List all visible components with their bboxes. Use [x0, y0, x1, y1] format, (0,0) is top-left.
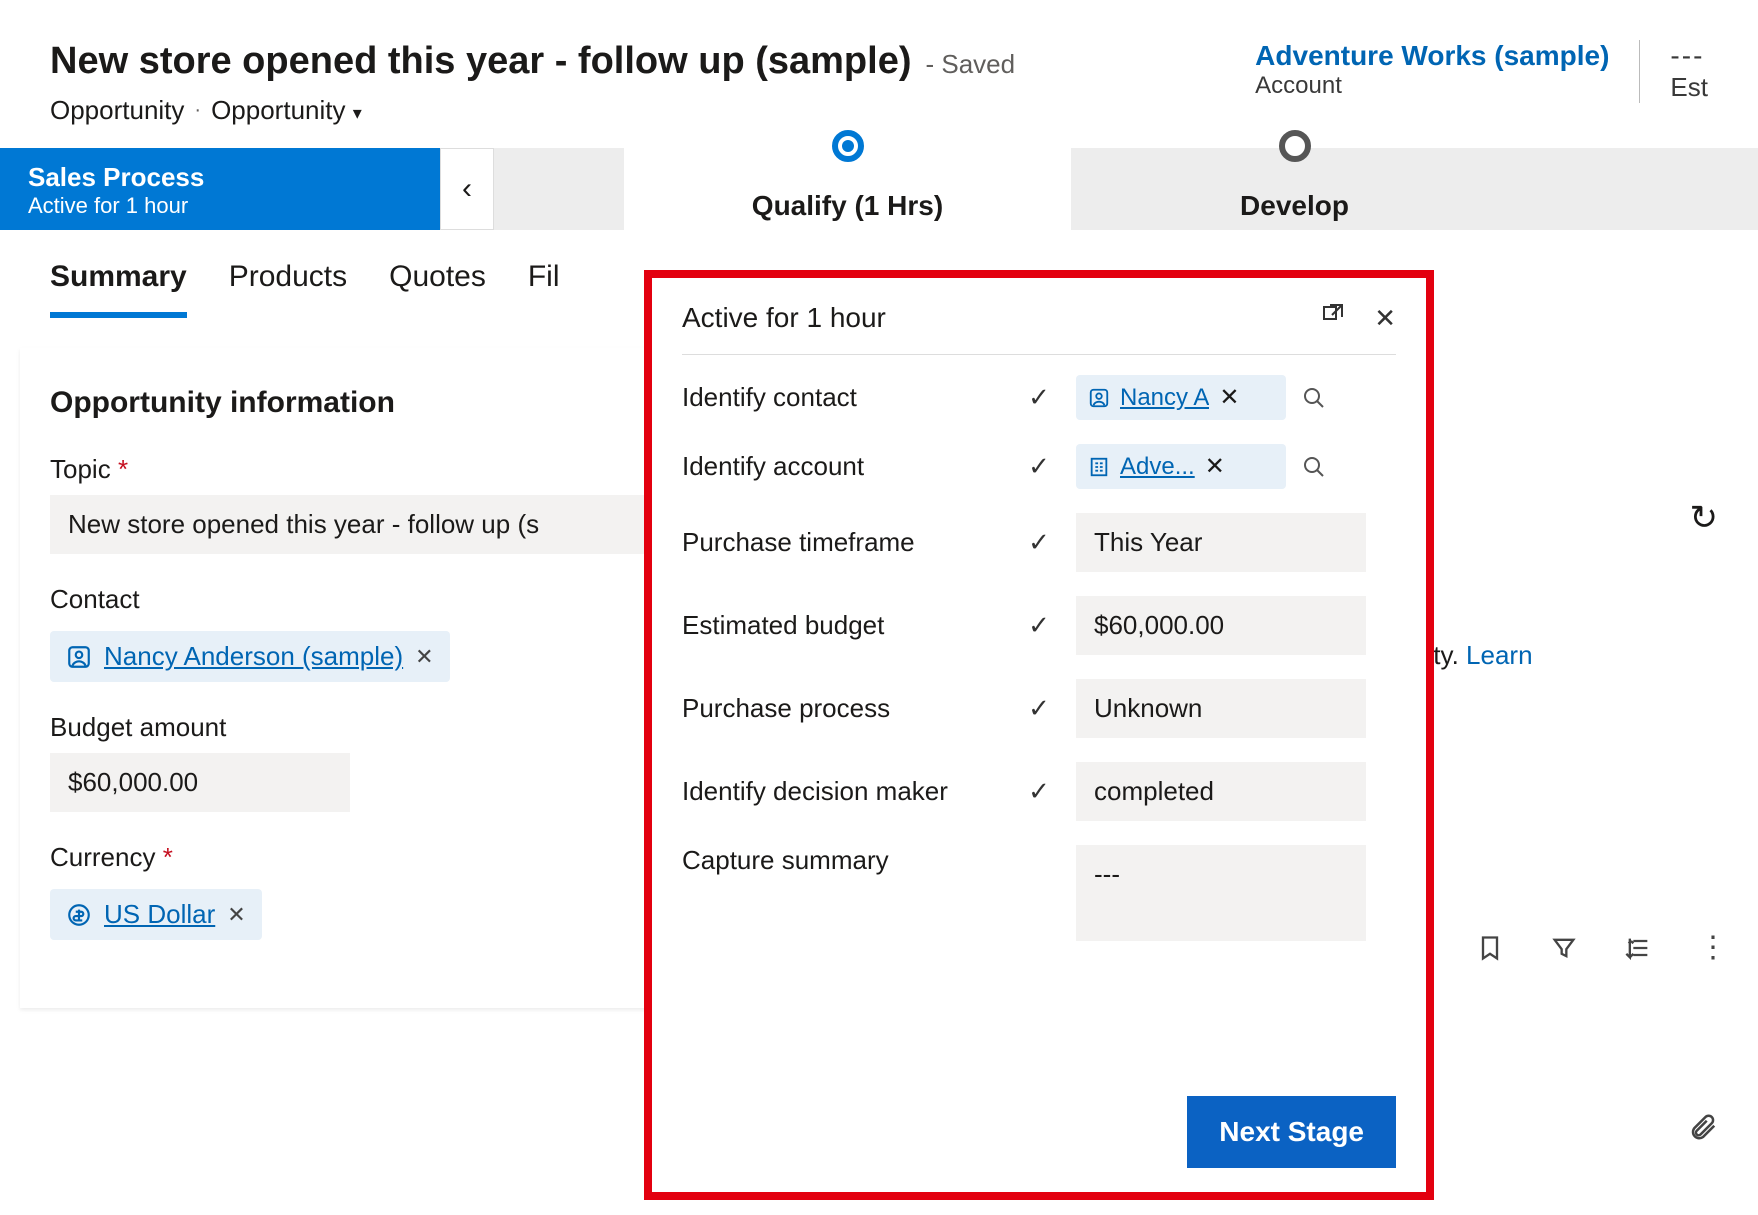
- stage-flyout: Active for 1 hour ✕ Identify contact ✓ N…: [644, 270, 1434, 1200]
- contact-icon: [1088, 387, 1110, 409]
- stage-qualify[interactable]: Qualify (1 Hrs): [624, 148, 1071, 230]
- estimated-budget-label: Estimated budget: [682, 610, 1002, 641]
- remove-contact-button[interactable]: ✕: [1219, 383, 1239, 412]
- business-process-flow: Sales Process Active for 1 hour ‹ Qualif…: [0, 148, 1758, 230]
- bpf-collapse-button[interactable]: ‹: [440, 148, 494, 230]
- check-icon: ✓: [1022, 776, 1056, 807]
- sort-icon[interactable]: [1624, 934, 1652, 962]
- next-stage-button[interactable]: Next Stage: [1187, 1096, 1396, 1168]
- identify-contact-chip[interactable]: Nancy A ✕: [1076, 375, 1286, 420]
- stage-node-icon: [832, 130, 864, 162]
- check-icon: ✓: [1022, 527, 1056, 558]
- stage-develop-label: Develop: [1240, 190, 1349, 222]
- purchase-timeframe-input[interactable]: This Year: [1076, 513, 1366, 572]
- header-account-label: Account: [1255, 72, 1609, 100]
- field-purchase-process: Purchase process ✓ Unknown: [682, 679, 1396, 738]
- field-purchase-timeframe: Purchase timeframe ✓ This Year: [682, 513, 1396, 572]
- entity-name: Opportunity: [50, 95, 184, 126]
- bookmark-icon[interactable]: [1476, 934, 1504, 962]
- tab-products[interactable]: Products: [229, 260, 347, 318]
- separator-dot: ·: [194, 99, 201, 122]
- record-header: New store opened this year - follow up (…: [0, 0, 1758, 136]
- currency-link[interactable]: US Dollar: [104, 899, 215, 930]
- identify-contact-label: Identify contact: [682, 382, 1002, 413]
- field-identify-decision-maker: Identify decision maker ✓ completed: [682, 762, 1396, 821]
- header-est-value: ---: [1670, 40, 1708, 72]
- header-est-block: --- Est: [1639, 40, 1708, 103]
- bpf-active-duration: Active for 1 hour: [28, 193, 412, 219]
- field-estimated-budget: Estimated budget ✓ $60,000.00: [682, 596, 1396, 655]
- required-indicator: *: [118, 454, 128, 484]
- contact-lookup-chip[interactable]: Nancy Anderson (sample) ✕: [50, 631, 450, 682]
- stage-qualify-label: Qualify (1 Hrs): [752, 190, 943, 222]
- header-account-block: Adventure Works (sample) Account: [1255, 40, 1609, 100]
- attachment-icon[interactable]: [1688, 1110, 1718, 1144]
- learn-link[interactable]: Learn: [1466, 640, 1533, 670]
- remove-account-button[interactable]: ✕: [1205, 452, 1225, 481]
- search-account-button[interactable]: [1292, 445, 1336, 489]
- currency-icon: [66, 902, 92, 928]
- timeline-toolbar: ⋮: [1476, 930, 1728, 965]
- identify-account-chip[interactable]: Adve... ✕: [1076, 444, 1286, 489]
- record-title: New store opened this year - follow up (…: [50, 40, 911, 83]
- form-selector[interactable]: Opportunity ▾: [211, 95, 362, 126]
- identify-decision-maker-input[interactable]: completed: [1076, 762, 1366, 821]
- topic-input[interactable]: New store opened this year - follow up (…: [50, 495, 670, 554]
- breadcrumb: Opportunity · Opportunity ▾: [50, 95, 1255, 126]
- refresh-icon[interactable]: ↻: [1690, 498, 1719, 538]
- bpf-process-name: Sales Process: [28, 162, 412, 193]
- remove-currency-button[interactable]: ✕: [227, 902, 245, 928]
- identify-decision-maker-label: Identify decision maker: [682, 776, 1002, 807]
- form-name: Opportunity: [211, 95, 345, 125]
- close-icon[interactable]: ✕: [1374, 303, 1396, 334]
- identify-account-link[interactable]: Adve...: [1120, 453, 1195, 481]
- saved-indicator: - Saved: [925, 49, 1015, 80]
- remove-contact-button[interactable]: ✕: [415, 644, 433, 670]
- stage-develop[interactable]: Develop: [1071, 148, 1518, 230]
- budget-input[interactable]: $60,000.00: [50, 753, 350, 812]
- tab-quotes[interactable]: Quotes: [389, 260, 486, 318]
- flyout-header: Active for 1 hour ✕: [682, 302, 1396, 355]
- identify-contact-link[interactable]: Nancy A: [1120, 384, 1209, 412]
- capture-summary-label: Capture summary: [682, 845, 1002, 876]
- purchase-timeframe-label: Purchase timeframe: [682, 527, 1002, 558]
- popout-icon[interactable]: [1320, 303, 1344, 334]
- flyout-title: Active for 1 hour: [682, 302, 886, 334]
- stage-node-icon: [1279, 130, 1311, 162]
- topic-label: Topic: [50, 454, 111, 484]
- check-icon: ✓: [1022, 451, 1056, 482]
- capture-summary-input[interactable]: ---: [1076, 845, 1366, 941]
- currency-lookup-chip[interactable]: US Dollar ✕: [50, 889, 262, 940]
- check-icon: ✓: [1022, 382, 1056, 413]
- check-icon: ✓: [1022, 610, 1056, 641]
- chevron-down-icon: ▾: [353, 103, 362, 123]
- tab-summary[interactable]: Summary: [50, 260, 187, 318]
- purchase-process-label: Purchase process: [682, 693, 1002, 724]
- field-identify-account: Identify account ✓ Adve... ✕: [682, 444, 1396, 489]
- header-est-label: Est: [1670, 72, 1708, 103]
- contact-icon: [66, 644, 92, 670]
- purchase-process-input[interactable]: Unknown: [1076, 679, 1366, 738]
- field-capture-summary: Capture summary ---: [682, 845, 1396, 941]
- currency-label: Currency: [50, 842, 155, 872]
- header-right: Adventure Works (sample) Account --- Est: [1255, 40, 1708, 103]
- field-identify-contact: Identify contact ✓ Nancy A ✕: [682, 375, 1396, 420]
- search-contact-button[interactable]: [1292, 376, 1336, 420]
- check-icon: ✓: [1022, 693, 1056, 724]
- identify-account-label: Identify account: [682, 451, 1002, 482]
- more-icon[interactable]: ⋮: [1698, 930, 1728, 965]
- bpf-active-process[interactable]: Sales Process Active for 1 hour: [0, 148, 440, 230]
- chevron-left-icon: ‹: [462, 172, 472, 206]
- header-account-link[interactable]: Adventure Works (sample): [1255, 40, 1609, 72]
- tab-files[interactable]: Fil: [528, 260, 560, 318]
- header-left: New store opened this year - follow up (…: [50, 40, 1255, 126]
- account-icon: [1088, 456, 1110, 478]
- contact-link[interactable]: Nancy Anderson (sample): [104, 641, 403, 672]
- estimated-budget-input[interactable]: $60,000.00: [1076, 596, 1366, 655]
- filter-icon[interactable]: [1550, 934, 1578, 962]
- required-indicator: *: [163, 842, 173, 872]
